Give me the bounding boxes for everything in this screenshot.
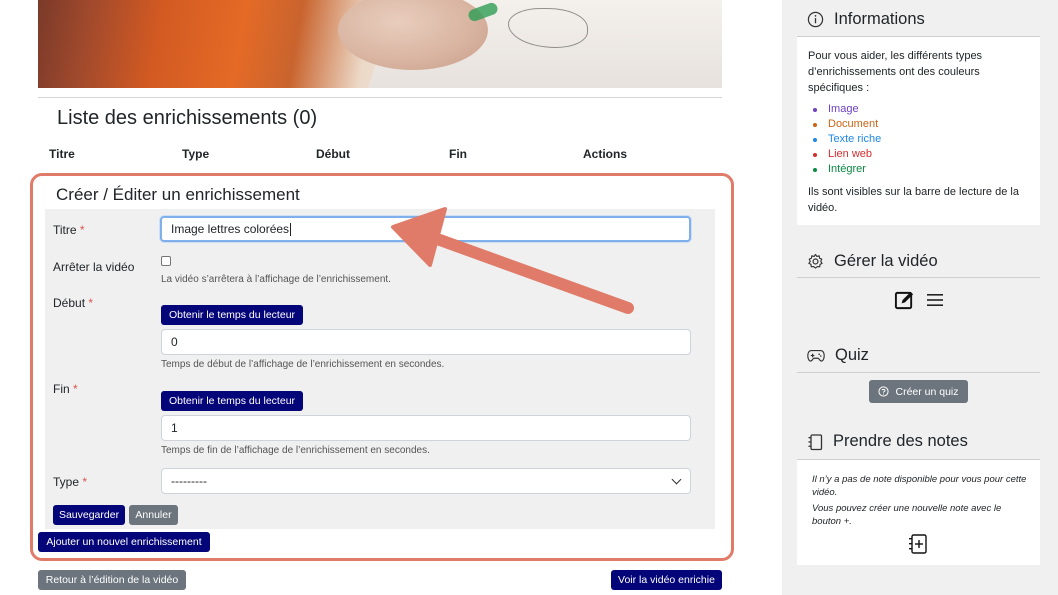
legend-dot bbox=[813, 107, 817, 112]
fin-input[interactable]: 1 bbox=[161, 415, 691, 441]
legend-dot bbox=[813, 167, 817, 172]
legend-label: Lien web bbox=[828, 148, 873, 160]
notes-empty-text: Il n’y a pas de note disponible pour vou… bbox=[812, 474, 1027, 498]
notes-hint-text: Vous pouvez créer une nouvelle note avec… bbox=[812, 503, 1002, 527]
column-actions: Actions bbox=[583, 147, 628, 161]
stop-video-label: Arrêter la vidéo bbox=[53, 260, 135, 274]
stop-video-checkbox[interactable] bbox=[161, 256, 171, 266]
gamepad-icon bbox=[807, 349, 825, 362]
column-titre: Titre bbox=[49, 147, 75, 161]
titre-label: Titre * bbox=[53, 223, 85, 237]
gear-icon bbox=[808, 253, 823, 269]
quiz-section-title: Quiz bbox=[807, 346, 869, 365]
legend-item: Document bbox=[813, 117, 881, 132]
legend-dot bbox=[813, 152, 817, 157]
list-menu-icon[interactable] bbox=[927, 293, 943, 307]
journal-icon bbox=[808, 433, 823, 450]
add-enrichment-button[interactable]: Ajouter un nouvel enrichissement bbox=[38, 532, 210, 552]
fin-label: Fin * bbox=[53, 382, 78, 396]
legend-label: Intégrer bbox=[828, 163, 866, 175]
debut-help: Temps de début de l’affichage de l’enric… bbox=[161, 359, 445, 370]
edit-icon[interactable] bbox=[894, 290, 915, 311]
column-type: Type bbox=[182, 147, 210, 161]
titre-input[interactable]: Image lettres colorées bbox=[160, 216, 691, 242]
fin-help: Temps de fin de l’affichage de l’enrichi… bbox=[161, 445, 430, 456]
stop-video-help: La vidéo s’arrêtera à l’affichage de l’e… bbox=[161, 274, 391, 285]
chevron-down-icon bbox=[671, 474, 682, 485]
video-thumbnail bbox=[38, 0, 722, 88]
form-title: Créer / Éditer un enrichissement bbox=[56, 185, 300, 204]
legend-item: Lien web bbox=[813, 147, 881, 162]
notes-section-title: Prendre des notes bbox=[807, 432, 968, 451]
column-fin: Fin bbox=[449, 147, 467, 161]
legend-item: Texte riche bbox=[813, 132, 881, 147]
info-section-title: Informations bbox=[807, 10, 925, 29]
question-circle-icon bbox=[878, 386, 890, 397]
back-to-video-edit-button[interactable]: Retour à l’édition de la vidéo bbox=[38, 570, 186, 590]
view-enriched-video-button[interactable]: Voir la vidéo enrichie bbox=[611, 570, 722, 590]
column-debut: Début bbox=[316, 147, 350, 161]
get-end-time-button[interactable]: Obtenir le temps du lecteur bbox=[161, 391, 303, 411]
divider bbox=[797, 372, 1040, 373]
legend-dot bbox=[813, 137, 817, 142]
legend-item: Intégrer bbox=[813, 162, 881, 177]
legend-label: Texte riche bbox=[828, 133, 882, 145]
save-button[interactable]: Sauvegarder bbox=[53, 505, 125, 525]
legend-label: Image bbox=[828, 103, 859, 115]
type-label: Type * bbox=[53, 475, 88, 489]
info-icon bbox=[807, 11, 824, 28]
enrichment-type-legend: Image Document Texte riche Lien web Inté… bbox=[813, 102, 881, 177]
info-outro: Ils sont visibles sur la barre de lectur… bbox=[808, 186, 1019, 214]
legend-dot bbox=[813, 122, 817, 127]
divider bbox=[797, 277, 1040, 278]
debut-input[interactable]: 0 bbox=[161, 329, 691, 355]
legend-label: Document bbox=[828, 118, 879, 130]
create-quiz-button[interactable]: Créer un quiz bbox=[869, 380, 968, 403]
cancel-button[interactable]: Annuler bbox=[129, 505, 178, 525]
enrichment-list-title: Liste des enrichissements (0) bbox=[57, 107, 318, 129]
info-intro: Pour vous aider, les différents types d’… bbox=[808, 50, 983, 94]
add-note-icon[interactable] bbox=[907, 533, 928, 555]
divider bbox=[38, 97, 722, 98]
type-select[interactable]: --------- bbox=[161, 468, 691, 494]
manage-section-title: Gérer la vidéo bbox=[807, 252, 938, 271]
legend-item: Image bbox=[813, 102, 881, 117]
get-start-time-button[interactable]: Obtenir le temps du lecteur bbox=[161, 305, 303, 325]
debut-label: Début * bbox=[53, 296, 94, 310]
